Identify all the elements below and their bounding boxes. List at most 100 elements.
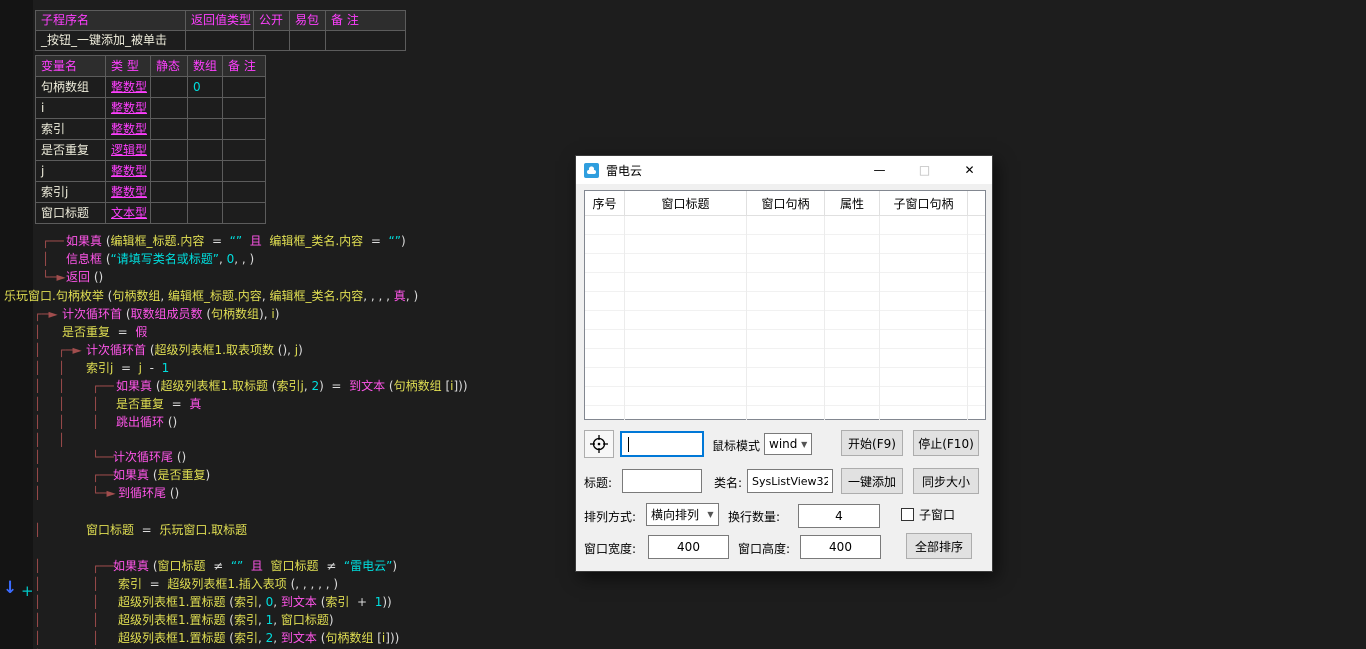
minimize-icon: — (874, 163, 886, 177)
close-button[interactable]: ✕ (947, 156, 992, 184)
code-guide: │ (34, 466, 41, 484)
grid-line (624, 216, 625, 420)
list-row[interactable] (585, 254, 985, 273)
listview-header: 序号窗口标题窗口句柄属性子窗口句柄 (585, 191, 985, 216)
code-guide: │ (58, 359, 65, 377)
maximize-button[interactable]: □ (902, 156, 947, 184)
code-guide: │ (92, 593, 99, 611)
code-guide: │ (34, 341, 41, 359)
child-window-checkbox[interactable]: 子窗口 (901, 506, 955, 523)
code-guide: └─► (92, 484, 116, 502)
code-guide: │ (34, 593, 41, 611)
listview-body[interactable] (585, 216, 985, 420)
grid-line (746, 216, 747, 420)
title-field-label: 标题: (584, 474, 612, 491)
window-height-label: 窗口高度: (738, 540, 790, 557)
list-row[interactable] (585, 349, 985, 368)
stop-button[interactable]: 停止(F10) (913, 430, 979, 456)
list-row[interactable] (585, 273, 985, 292)
code-guide: │ (34, 448, 41, 466)
code-guide: └── (92, 448, 114, 466)
checkbox-box (901, 508, 914, 521)
mouse-mode-select[interactable]: wind ▼ (764, 433, 812, 455)
window-width-label: 窗口宽度: (584, 540, 636, 557)
code-guide: │ (34, 484, 41, 502)
column-header[interactable]: 窗口句柄 (747, 191, 825, 215)
code-guide: │ (34, 521, 41, 539)
mouse-mode-value: wind (769, 437, 797, 451)
one-click-add-button[interactable]: 一键添加 (841, 468, 903, 494)
margin-arrow-icon: ↓ (3, 578, 17, 598)
titlebar: 雷电云 — □ ✕ (576, 156, 992, 184)
mouse-mode-label: 鼠标模式 (712, 437, 760, 454)
chevron-down-icon: ▼ (703, 510, 718, 519)
code-guide: │ (34, 395, 41, 413)
code-line[interactable]: ││超级列表框1.置标题 (索引, 0, 到文本 (索引 + 1)) (0, 593, 1366, 611)
class-field-label: 类名: (714, 474, 742, 491)
column-header[interactable]: 序号 (585, 191, 625, 215)
close-icon: ✕ (964, 163, 974, 177)
app-window: 雷电云 — □ ✕ 序号窗口标题窗口句柄属性子窗口句柄 (575, 155, 993, 572)
list-row[interactable] (585, 216, 985, 235)
code-guide: │ (58, 377, 65, 395)
window-width-input[interactable] (648, 535, 729, 559)
code-guide: │ (34, 359, 41, 377)
list-row[interactable] (585, 406, 985, 420)
code-guide: │ (92, 611, 99, 629)
column-header[interactable]: 子窗口句柄 (880, 191, 968, 215)
code-guide: ┌─► (34, 305, 58, 323)
column-header[interactable]: 窗口标题 (625, 191, 747, 215)
code-guide: ┌── (92, 377, 114, 395)
code-guide: │ (92, 413, 99, 431)
code-guide: │ (58, 413, 65, 431)
code-guide: ┌── (92, 466, 114, 484)
code-guide: │ (34, 323, 41, 341)
list-row[interactable] (585, 311, 985, 330)
grid-line (824, 216, 825, 420)
code-guide: │ (34, 629, 41, 647)
code-guide: │ (34, 431, 41, 449)
pick-window-button[interactable] (584, 430, 614, 458)
list-row[interactable] (585, 330, 985, 349)
crosshair-icon (589, 434, 609, 454)
code-line[interactable]: ││超级列表框1.置标题 (索引, 1, 窗口标题) (0, 611, 1366, 629)
code-guide: ┌── (42, 232, 64, 250)
column-header[interactable]: 属性 (825, 191, 880, 215)
list-row[interactable] (585, 235, 985, 254)
chevron-down-icon: ▼ (797, 440, 811, 449)
arrange-mode-label: 排列方式: (584, 508, 636, 525)
code-line[interactable]: ││索引 = 超级列表框1.插入表项 (, , , , , ) (0, 575, 1366, 593)
code-guide: │ (34, 611, 41, 629)
ide-screen: 子程序名返回值类型公开易包备 注_按钮_一键添加_被单击 变量名类 型静态数组备… (0, 0, 1366, 649)
title-input[interactable] (622, 469, 702, 493)
margin-plus-icon: + (21, 582, 34, 600)
handle-input[interactable] (620, 431, 704, 457)
listview[interactable]: 序号窗口标题窗口句柄属性子窗口句柄 (584, 190, 986, 420)
code-guide: │ (34, 575, 41, 593)
arrange-mode-select[interactable]: 横向排列 ▼ (646, 503, 719, 526)
grid-line (879, 216, 880, 420)
class-input[interactable] (747, 469, 833, 493)
code-guide: │ (92, 629, 99, 647)
minimize-button[interactable]: — (857, 156, 902, 184)
code-guide: └─► (42, 268, 66, 286)
list-row[interactable] (585, 292, 985, 311)
grid-line (967, 216, 968, 420)
code-guide: ┌── (92, 557, 114, 575)
column-header-filler (968, 191, 985, 215)
code-guide: │ (58, 431, 65, 449)
window-height-input[interactable] (800, 535, 881, 559)
code-line[interactable]: ││超级列表框1.置标题 (索引, 2, 到文本 (句柄数组 [i])) (0, 629, 1366, 647)
sort-all-button[interactable]: 全部排序 (906, 533, 972, 559)
wrap-count-input[interactable] (798, 504, 880, 528)
code-guide: │ (34, 557, 41, 575)
text-caret (628, 437, 629, 452)
list-row[interactable] (585, 387, 985, 406)
list-row[interactable] (585, 368, 985, 387)
code-guide: ┌─► (58, 341, 82, 359)
arrange-mode-value: 横向排列 (651, 506, 699, 523)
window-title: 雷电云 (606, 162, 857, 179)
maximize-icon: □ (919, 163, 930, 177)
start-button[interactable]: 开始(F9) (841, 430, 903, 456)
sync-size-button[interactable]: 同步大小 (913, 468, 979, 494)
